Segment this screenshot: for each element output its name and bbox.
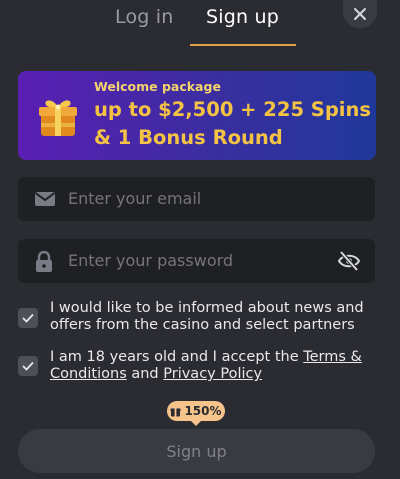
gift-icon — [170, 408, 181, 416]
email-input[interactable] — [68, 177, 328, 221]
envelope-icon — [34, 192, 56, 206]
bonus-badge: 150% — [167, 401, 225, 426]
check-icon — [22, 361, 34, 371]
check-icon — [22, 313, 34, 323]
banner-offer-line1: up to $2,500 + 225 Spins — [94, 98, 371, 121]
age-consent-label: I am 18 years old and I accept the Terms… — [50, 349, 380, 383]
lock-icon — [36, 251, 52, 272]
banner-offer-line2: & 1 Bonus Round — [94, 126, 283, 149]
bonus-badge-text: 150% — [184, 404, 222, 418]
password-field[interactable] — [18, 239, 375, 283]
age-consent-text: I am 18 years old and I accept the — [50, 349, 304, 365]
signup-submit-button[interactable]: Sign up — [18, 429, 375, 473]
auth-tabs: Log in Sign up — [0, 0, 400, 46]
email-field[interactable] — [18, 177, 375, 221]
age-consent-checkbox[interactable] — [18, 356, 38, 376]
gift-icon — [39, 100, 77, 136]
close-icon — [354, 8, 366, 20]
welcome-banner: Welcome package up to $2,500 + 225 Spins… — [18, 71, 376, 160]
privacy-policy-link[interactable]: Privacy Policy — [163, 366, 262, 382]
banner-offer: up to $2,500 + 225 Spins & 1 Bonus Round — [94, 96, 371, 152]
password-input[interactable] — [68, 239, 328, 283]
news-consent-checkbox[interactable] — [18, 308, 38, 328]
eye-off-icon[interactable] — [337, 251, 361, 271]
conjunction-text: and — [126, 366, 164, 382]
active-tab-indicator — [190, 44, 296, 46]
tab-signup[interactable]: Sign up — [206, 6, 279, 28]
tab-login[interactable]: Log in — [115, 6, 174, 28]
banner-subtitle: Welcome package — [94, 79, 221, 94]
news-consent-label: I would like to be informed about news a… — [50, 300, 364, 333]
